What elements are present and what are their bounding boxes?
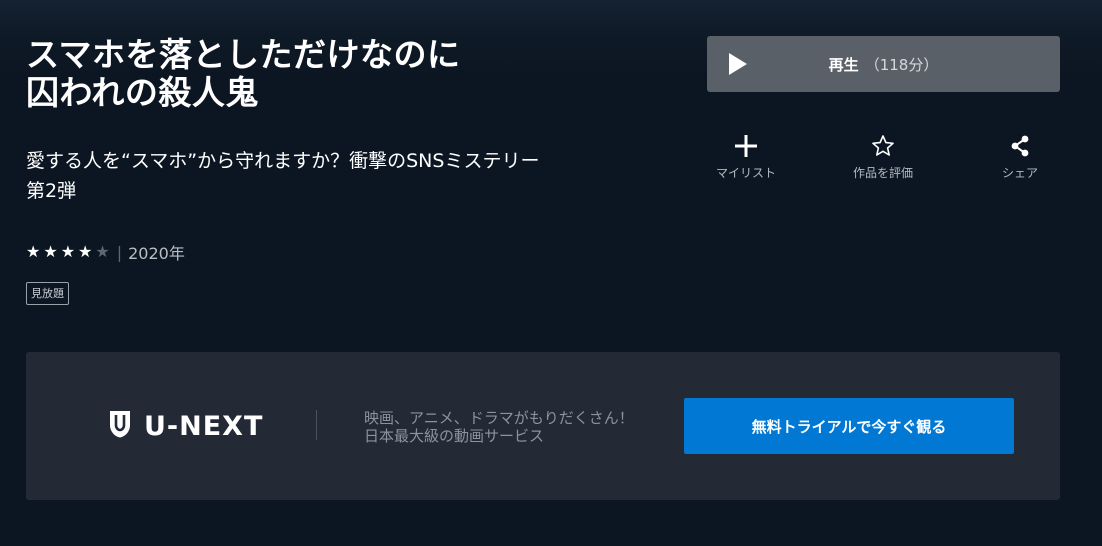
tagline-line-1: 愛する人を“スマホ”から守れますか？衝撃のSNSミステリー (26, 150, 540, 172)
rate-button[interactable]: 作品を評価 (833, 130, 933, 181)
unext-logo: U-NEXT (108, 410, 263, 442)
meta-row: ★ ★ ★ ★ ★ | 2020年 (26, 241, 185, 264)
play-button[interactable]: 再生 （118分） (707, 36, 1060, 92)
promo-banner: U-NEXT 映画、アニメ、ドラマがもりだくさん！ 日本最大級の動画サービス 無… (26, 352, 1060, 500)
tagline-line-2: 第2弾 (26, 180, 77, 202)
title-line-2: 囚われの殺人鬼 (26, 73, 259, 112)
play-label: 再生 (828, 55, 859, 74)
promo-line-1: 映画、アニメ、ドラマがもりだくさん！ (364, 409, 634, 427)
title-detail-page: スマホを落としただけなのに 囚われの殺人鬼 愛する人を“スマホ”から守れますか？… (0, 0, 1102, 546)
promo-divider (316, 410, 317, 440)
page-title: スマホを落としただけなのに 囚われの殺人鬼 (26, 36, 586, 112)
star-icon: ★ (26, 242, 41, 261)
unlimited-badge: 見放題 (26, 282, 69, 305)
share-button[interactable]: シェア (970, 130, 1070, 181)
release-year: 2020年 (128, 244, 185, 263)
star-icon: ★ (78, 242, 93, 261)
tagline: 愛する人を“スマホ”から守れますか？衝撃のSNSミステリー 第2弾 (26, 146, 626, 206)
rate-label: 作品を評価 (852, 166, 913, 180)
star-outline-icon (833, 130, 933, 160)
mylist-button[interactable]: マイリスト (696, 130, 796, 181)
play-icon (729, 53, 747, 75)
plus-icon (696, 130, 796, 160)
mylist-label: マイリスト (715, 166, 776, 180)
star-rating: ★ ★ ★ ★ ★ (26, 244, 110, 260)
share-icon (970, 130, 1070, 160)
logo-text: U-NEXT (144, 410, 264, 442)
action-bar: マイリスト 作品を評価 シェア (707, 130, 1060, 186)
share-label: シェア (1001, 166, 1038, 180)
meta-separator: | (116, 242, 123, 262)
star-icon: ★ (60, 242, 76, 261)
free-trial-button[interactable]: 無料トライアルで今すぐ観る (684, 398, 1014, 454)
promo-copy: 映画、アニメ、ドラマがもりだくさん！ 日本最大級の動画サービス (364, 409, 634, 445)
shield-logo-icon (108, 409, 132, 443)
promo-line-2: 日本最大級の動画サービス (364, 427, 545, 445)
title-line-1: スマホを落としただけなのに (26, 35, 461, 74)
star-icon: ★ (43, 242, 58, 261)
star-empty-icon: ★ (95, 242, 110, 261)
play-duration: （118分） (864, 55, 939, 74)
